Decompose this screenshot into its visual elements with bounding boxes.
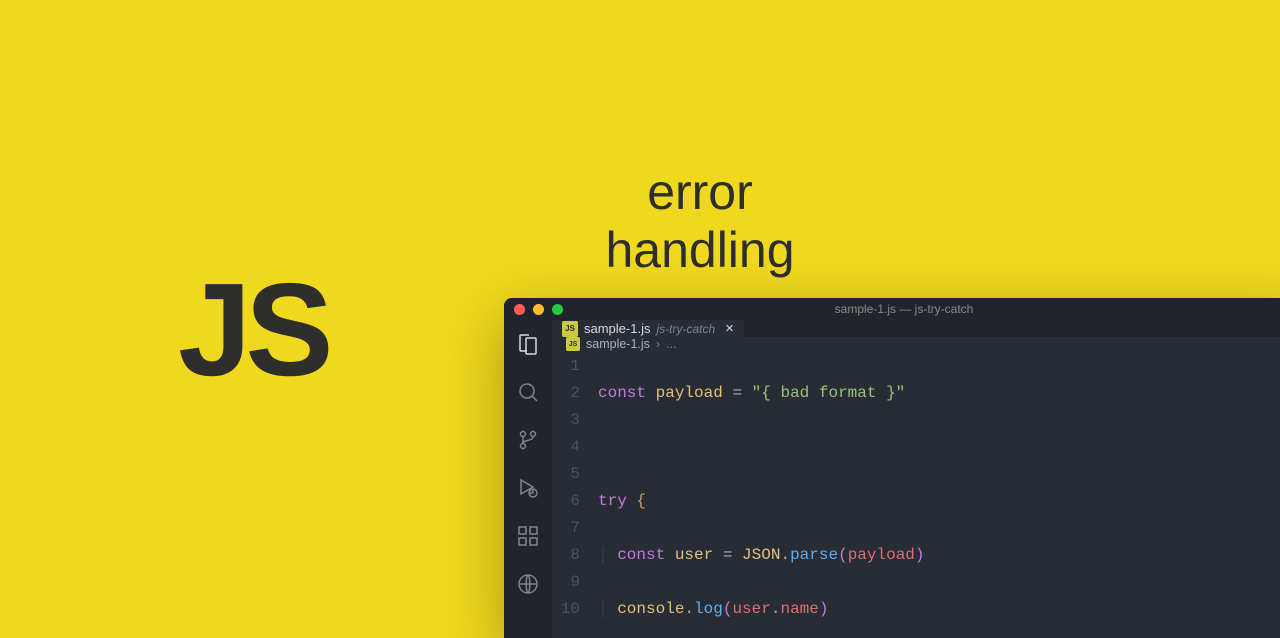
object: console — [617, 600, 684, 618]
code-area[interactable]: 1 2 3 4 5 6 7 8 9 10 const payload = "{ … — [552, 351, 1280, 638]
line-number: 8 — [552, 542, 580, 569]
editor-body: JS sample-1.js js-try-catch × JS sample-… — [504, 320, 1280, 638]
editor-window: sample-1.js — js-try-catch — [504, 298, 1280, 638]
line-number: 2 — [552, 380, 580, 407]
string: "{ bad format }" — [752, 384, 906, 402]
operator: = — [723, 384, 752, 402]
function: log — [694, 600, 723, 618]
code-content[interactable]: const payload = "{ bad format }" try { │… — [598, 353, 1280, 638]
line-number: 3 — [552, 407, 580, 434]
class: JSON — [742, 546, 780, 564]
traffic-lights — [504, 304, 563, 315]
minimize-window-button[interactable] — [533, 304, 544, 315]
close-window-button[interactable] — [514, 304, 525, 315]
title-bar: sample-1.js — js-try-catch — [504, 298, 1280, 320]
tab-sample-1[interactable]: JS sample-1.js js-try-catch × — [552, 320, 744, 337]
paren: ) — [915, 546, 925, 564]
variable: payload — [656, 384, 723, 402]
line-number: 10 — [552, 596, 580, 623]
source-control-icon[interactable] — [516, 428, 540, 452]
maximize-window-button[interactable] — [552, 304, 563, 315]
brace: { — [627, 492, 646, 510]
arg: payload — [848, 546, 915, 564]
js-file-icon: JS — [562, 321, 578, 337]
function: parse — [790, 546, 838, 564]
remote-icon[interactable] — [516, 572, 540, 596]
breadcrumb-separator: › — [656, 337, 660, 351]
line-number: 1 — [552, 353, 580, 380]
extensions-icon[interactable] — [516, 524, 540, 548]
line-number: 9 — [552, 569, 580, 596]
variable: user — [675, 546, 713, 564]
run-debug-icon[interactable] — [516, 476, 540, 500]
keyword: try — [598, 492, 627, 510]
tab-folder: js-try-catch — [656, 322, 715, 336]
punct: . — [684, 600, 694, 618]
explorer-icon[interactable] — [516, 332, 540, 356]
tab-bar: JS sample-1.js js-try-catch × — [552, 320, 1280, 337]
tab-filename: sample-1.js — [584, 321, 650, 336]
line-number: 4 — [552, 434, 580, 461]
js-logo: JS — [178, 254, 327, 405]
paren: ( — [723, 600, 733, 618]
line-number: 7 — [552, 515, 580, 542]
line-number: 6 — [552, 488, 580, 515]
property: name — [780, 600, 818, 618]
headline-line2: handling — [605, 222, 794, 278]
keyword: const — [617, 546, 665, 564]
paren: ) — [819, 600, 829, 618]
line-gutter: 1 2 3 4 5 6 7 8 9 10 — [552, 353, 598, 638]
close-tab-icon[interactable]: × — [725, 320, 734, 337]
headline-line1: error — [647, 164, 753, 220]
activity-bar — [504, 320, 552, 638]
js-file-icon: JS — [566, 337, 580, 351]
keyword: const — [598, 384, 646, 402]
operator: = — [713, 546, 742, 564]
headline: error handling — [600, 164, 800, 279]
main-area: JS sample-1.js js-try-catch × JS sample-… — [552, 320, 1280, 638]
search-icon[interactable] — [516, 380, 540, 404]
line-number: 5 — [552, 461, 580, 488]
arg: user — [732, 600, 770, 618]
breadcrumb-rest: ... — [666, 337, 676, 351]
window-title: sample-1.js — js-try-catch — [835, 302, 974, 316]
punct: . — [780, 546, 790, 564]
paren: ( — [838, 546, 848, 564]
breadcrumb[interactable]: JS sample-1.js › ... — [552, 337, 1280, 351]
breadcrumb-file: sample-1.js — [586, 337, 650, 351]
